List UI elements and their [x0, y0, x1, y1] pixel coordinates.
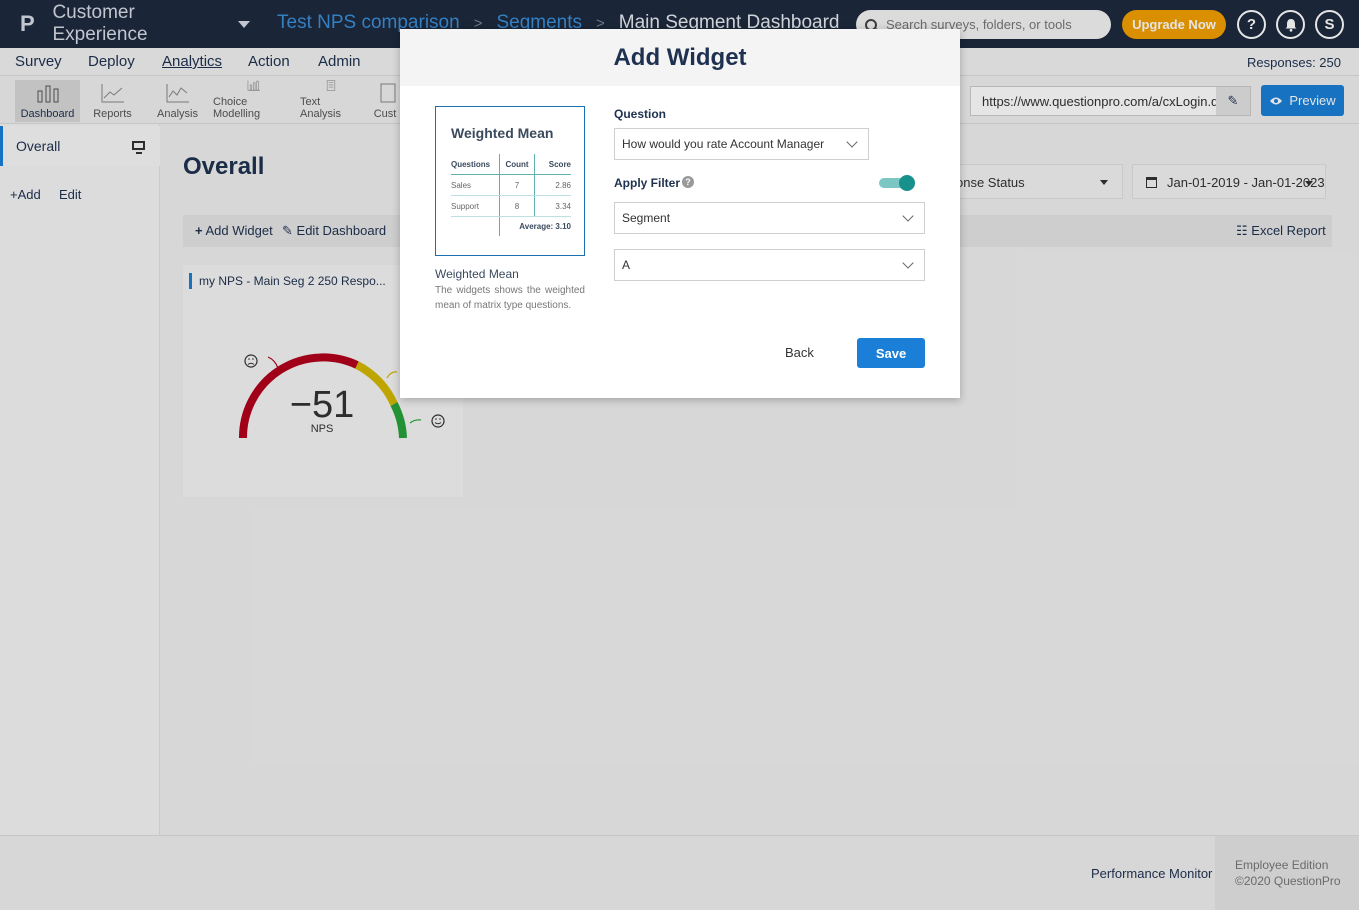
table-header-row: Questions Count Score: [451, 154, 571, 175]
question-select-value: How would you rate Account Manager: [622, 137, 825, 151]
modal-title: Add Widget: [400, 29, 960, 86]
question-select[interactable]: How would you rate Account Manager: [614, 128, 869, 160]
widget-preview-table: Questions Count Score Sales 7 2.86 Suppo…: [451, 154, 571, 236]
table-cell: 7: [499, 175, 535, 195]
chevron-down-icon: [846, 136, 858, 148]
table-header: Count: [499, 154, 535, 174]
segment-select[interactable]: Segment: [614, 202, 925, 234]
table-row: Support 8 3.34: [451, 196, 571, 217]
segment-option-select[interactable]: A: [614, 249, 925, 281]
chevron-down-icon: [902, 257, 914, 269]
table-cell: 8: [499, 196, 535, 216]
chevron-down-icon: [902, 210, 914, 222]
table-cell: Sales: [451, 180, 472, 190]
table-row: Sales 7 2.86: [451, 175, 571, 196]
table-average: Average: 3.10: [499, 217, 571, 236]
help-icon[interactable]: ?: [682, 176, 694, 188]
table-cell: Support: [451, 201, 480, 211]
back-button[interactable]: Back: [785, 345, 814, 360]
segment-option-value: A: [622, 258, 631, 272]
segment-select-value: Segment: [622, 211, 671, 225]
question-label: Question: [614, 107, 667, 121]
widget-type-description: The widgets shows the weighted mean of m…: [435, 285, 585, 311]
apply-filter-label: Apply Filter: [614, 176, 681, 190]
toggle-knob: [899, 175, 915, 191]
apply-filter-toggle[interactable]: [879, 175, 915, 191]
save-button[interactable]: Save: [857, 338, 925, 368]
table-header: Score: [548, 159, 571, 169]
widget-preview-card[interactable]: Weighted Mean Questions Count Score Sale…: [435, 106, 585, 256]
widget-preview-title: Weighted Mean: [451, 125, 554, 141]
add-widget-modal: Add Widget Weighted Mean Questions Count…: [400, 29, 960, 398]
table-cell: 3.34: [555, 201, 571, 211]
table-header: Questions: [451, 159, 491, 169]
table-cell: 2.86: [555, 180, 571, 190]
widget-type-name: Weighted Mean: [435, 267, 519, 281]
